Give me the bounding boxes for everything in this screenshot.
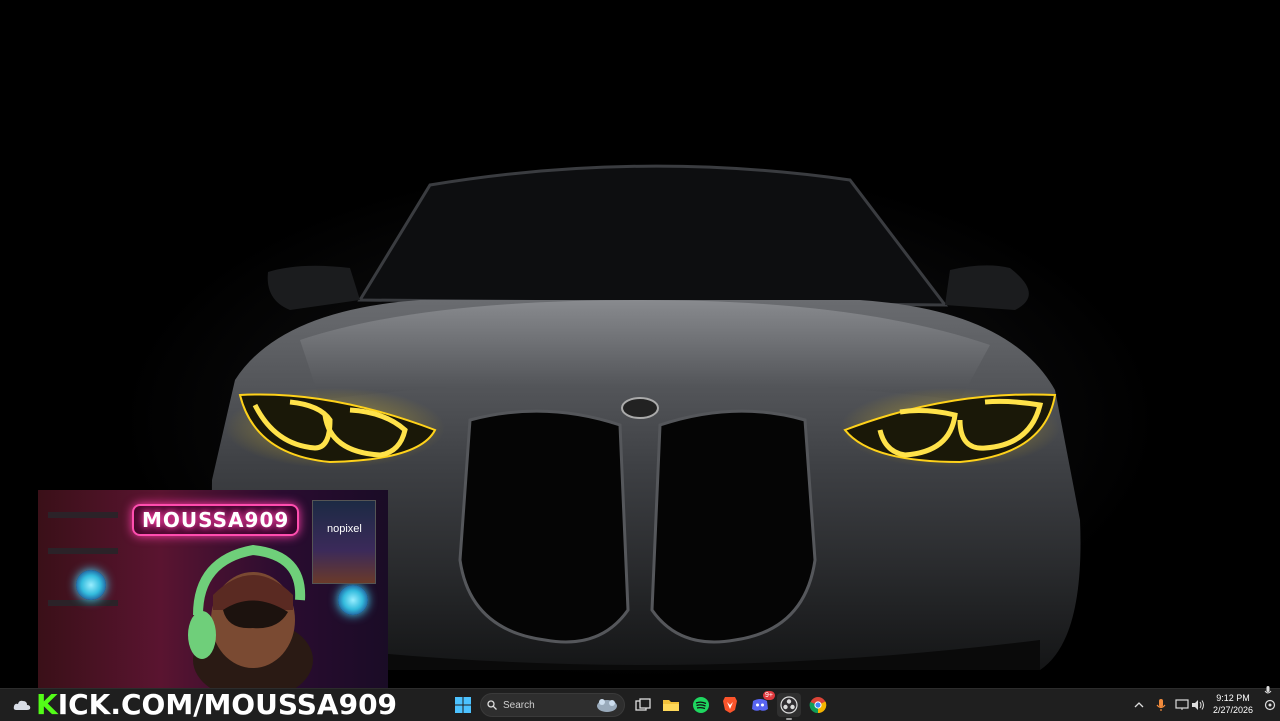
poster-text: nopixel	[327, 523, 362, 535]
taskbar-search[interactable]: Search	[480, 693, 625, 717]
start-button[interactable]	[451, 693, 475, 717]
search-icon	[487, 700, 497, 710]
show-hidden-icons-chevron-icon[interactable]	[1131, 697, 1147, 713]
brave-icon[interactable]	[718, 693, 742, 717]
obs-icon[interactable]	[777, 693, 801, 720]
shelf	[48, 512, 118, 518]
notification-badge: 9+	[763, 691, 775, 700]
windows-icon	[455, 697, 471, 713]
neon-ball-decor	[338, 585, 368, 615]
clock-time: 9:12 PM	[1216, 693, 1250, 703]
mic-in-use-icon	[1264, 683, 1272, 701]
neon-ball-decor	[76, 570, 106, 600]
clock-date: 2/27/2026	[1212, 705, 1254, 715]
weather-widget-icon[interactable]	[10, 693, 34, 717]
search-label: Search	[503, 699, 535, 711]
shelf	[48, 548, 118, 554]
kick-url-text: ICK.COM/MOUSSA909	[57, 687, 398, 721]
webcam-overlay: MOUSSA909 nopixel	[38, 490, 388, 688]
spotify-icon[interactable]	[689, 693, 713, 717]
discord-icon[interactable]: 9+	[748, 691, 775, 717]
shelf	[48, 600, 118, 606]
volume-icon[interactable]	[1190, 697, 1206, 713]
task-view-icon[interactable]	[631, 693, 655, 717]
microphone-icon[interactable]	[1153, 697, 1169, 713]
streamer-person	[188, 544, 313, 688]
clock[interactable]: 9:12 PM 2/27/2026	[1208, 692, 1258, 716]
kick-url-banner: K ICK.COM/MOUSSA909	[36, 687, 398, 721]
desktop: MOUSSA909 nopixel	[0, 0, 1280, 688]
search-highlight-icon	[597, 699, 617, 712]
chrome-icon[interactable]	[806, 693, 830, 717]
kick-k-letter: K	[36, 687, 58, 721]
display-icon[interactable]	[1174, 697, 1190, 713]
channel-neon-sign: MOUSSA909	[132, 504, 300, 536]
file-explorer-icon[interactable]	[659, 693, 683, 717]
